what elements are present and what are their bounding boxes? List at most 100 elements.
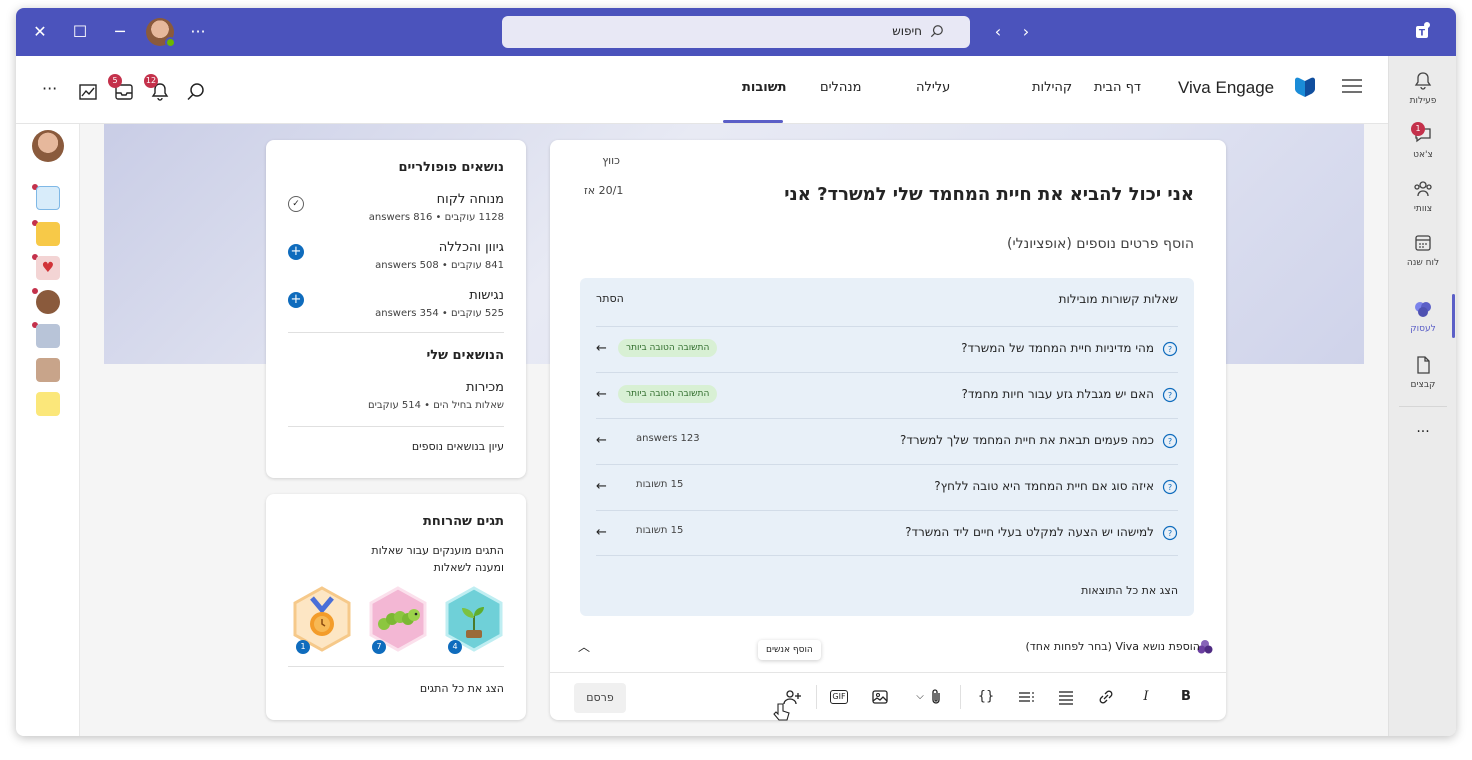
- calendar-icon: [1415, 235, 1431, 251]
- topic-stats: שאלות בחיל הים • 514 עוקבים: [367, 400, 504, 411]
- svg-text:?: ?: [1168, 437, 1172, 446]
- community-icon-3[interactable]: ♥: [36, 256, 60, 280]
- more-options-icon[interactable]: ···: [42, 81, 62, 102]
- related-question-text: איזה סוג אם חיית המחמד היא טובה ללחץ?: [934, 479, 1154, 493]
- details-input[interactable]: הוסף פרטים נוספים (אופציונלי): [1007, 236, 1194, 252]
- badge-item[interactable]: 1: [292, 586, 352, 654]
- popular-topics-card: נושאים פופולריים מנוחה לקוח 1128 עוקבים …: [266, 140, 526, 478]
- close-icon[interactable]: ✕: [28, 20, 52, 44]
- rail-item-teams[interactable]: צוותי: [1389, 172, 1456, 224]
- arrow-left-icon[interactable]: ←: [596, 479, 607, 494]
- topic-item[interactable]: גיוון והכללה 841 עוקבים • 508 answers +: [288, 240, 504, 280]
- app-rail: פעילות 1 צ'אט צוותי לוח שנה לעסוק קבצים …: [1388, 56, 1456, 736]
- topic-item[interactable]: מכירות שאלות בחיל הים • 514 עוקבים: [288, 380, 504, 420]
- italic-button[interactable]: I: [1136, 687, 1156, 707]
- divider: [288, 426, 504, 427]
- maximize-icon[interactable]: ☐: [68, 20, 92, 44]
- related-question[interactable]: ? למישהו יש הצעה למקלט בעלי חיים ליד המש…: [596, 510, 1178, 556]
- my-topics-title: הנושאים שלי: [426, 348, 504, 363]
- analytics-icon[interactable]: [78, 82, 98, 102]
- rail-divider: [1399, 406, 1447, 407]
- browse-more-topics-link[interactable]: עיון בנושאים נוספים: [412, 440, 504, 453]
- related-question[interactable]: ? כמה פעמים תבאת את חיית המחמד שלך למשרד…: [596, 418, 1178, 464]
- search-input[interactable]: חיפוש: [502, 16, 970, 48]
- follow-plus-icon[interactable]: +: [288, 292, 304, 308]
- topic-item[interactable]: מנוחה לקוח 1128 עוקבים • 816 answers ✓: [288, 192, 504, 232]
- related-question[interactable]: ? מהי מדיניות חיית המחמד של המשרד? התשוב…: [596, 326, 1178, 372]
- community-icon-5[interactable]: [36, 324, 60, 348]
- answer-count: 15 תשובות: [636, 525, 684, 536]
- add-people-tooltip: הוסף אנשים: [758, 640, 821, 660]
- arrow-left-icon[interactable]: ←: [596, 341, 607, 356]
- bulleted-list-icon[interactable]: [1056, 687, 1076, 707]
- svg-text:?: ?: [1168, 483, 1172, 492]
- svg-text:?: ?: [1168, 529, 1172, 538]
- arrow-left-icon[interactable]: ←: [596, 525, 607, 540]
- rail-label: לוח שנה: [1406, 258, 1440, 268]
- collapse-link[interactable]: כווץ: [602, 154, 620, 167]
- hide-button[interactable]: הסתר: [596, 292, 624, 305]
- question-icon: ?: [1162, 525, 1178, 541]
- related-question[interactable]: ? האם יש מגבלת גזע עבור חיות מחמד? התשוב…: [596, 372, 1178, 418]
- nav-active-indicator: [723, 120, 783, 123]
- rail-item-calendar[interactable]: לוח שנה: [1389, 226, 1456, 278]
- chevron-down-icon[interactable]: ⌵: [910, 687, 930, 707]
- bold-button[interactable]: B: [1176, 687, 1196, 707]
- best-answer-badge: התשובה הטובה ביותר: [618, 339, 718, 357]
- publish-button[interactable]: פרסם: [574, 683, 626, 713]
- topic-name: נגישות: [469, 288, 504, 303]
- community-icon-4[interactable]: [36, 290, 60, 314]
- nav-leaders[interactable]: מנהלים: [820, 80, 861, 95]
- unread-dot: [32, 288, 38, 294]
- link-icon[interactable]: [1096, 687, 1116, 707]
- nav-storyline[interactable]: עלילה: [916, 80, 950, 95]
- following-check-icon[interactable]: ✓: [288, 196, 304, 212]
- back-arrow-icon[interactable]: ‹: [986, 20, 1010, 44]
- related-questions-panel: שאלות קשורות מובילות הסתר ? מהי מדיניות …: [580, 278, 1194, 616]
- image-icon[interactable]: [870, 687, 890, 707]
- nav-home[interactable]: דף הבית: [1094, 80, 1141, 95]
- nav-answers[interactable]: תשובות: [742, 80, 786, 95]
- gif-button[interactable]: GIF: [830, 690, 848, 704]
- rail-item-files[interactable]: קבצים: [1389, 348, 1456, 400]
- rail-item-engage[interactable]: לעסוק: [1389, 292, 1456, 344]
- community-icon-7[interactable]: [36, 392, 60, 416]
- show-all-badges-link[interactable]: הצג את כל התגים: [420, 682, 504, 695]
- more-apps-icon[interactable]: ···: [1389, 420, 1456, 472]
- arrow-left-icon[interactable]: ←: [596, 387, 607, 402]
- user-avatar[interactable]: [146, 18, 176, 48]
- teams-logo-icon[interactable]: T: [1410, 20, 1434, 44]
- profile-avatar[interactable]: [32, 130, 64, 162]
- code-block-button[interactable]: {}: [976, 687, 996, 707]
- arrow-left-icon[interactable]: ←: [596, 433, 607, 448]
- community-icon-6[interactable]: [36, 358, 60, 382]
- related-question-text: מהי מדיניות חיית המחמד של המשרד?: [961, 341, 1154, 355]
- add-topic-input[interactable]: הוספת נושא Viva (בחר לפחות אחד): [1026, 640, 1200, 653]
- community-icon-1[interactable]: [36, 186, 60, 210]
- badge-item[interactable]: 4: [444, 586, 504, 654]
- badge-item[interactable]: 7: [368, 586, 428, 654]
- topic-item[interactable]: נגישות 525 עוקבים • 354 answers +: [288, 288, 504, 328]
- question-icon: ?: [1162, 341, 1178, 357]
- file-icon: [1417, 356, 1430, 374]
- hamburger-menu-icon[interactable]: [1342, 78, 1362, 94]
- numbered-list-icon[interactable]: [1016, 687, 1036, 707]
- forward-arrow-icon[interactable]: ›: [1014, 20, 1038, 44]
- answer-count: 15 תשובות: [636, 479, 684, 490]
- question-title-input[interactable]: אני יכול להביא את חיית המחמד שלי למשרד? …: [784, 184, 1194, 205]
- badge-count: 1: [296, 640, 310, 654]
- follow-plus-icon[interactable]: +: [288, 244, 304, 260]
- minimize-icon[interactable]: ─: [108, 20, 132, 44]
- nav-communities[interactable]: קהילות: [1032, 80, 1072, 95]
- more-options-icon[interactable]: ···: [186, 20, 210, 44]
- search-placeholder: חיפוש: [892, 24, 922, 38]
- rail-item-activity[interactable]: פעילות: [1389, 64, 1456, 116]
- chevron-up-icon[interactable]: ︿: [578, 638, 590, 655]
- rail-item-chat[interactable]: 1 צ'אט: [1389, 118, 1456, 170]
- show-all-results-link[interactable]: הצג את כל התוצאות: [1081, 584, 1178, 597]
- topic-stats: 1128 עוקבים • 816 answers: [368, 212, 504, 223]
- search-icon[interactable]: [186, 82, 206, 102]
- community-icon-2[interactable]: [36, 222, 60, 246]
- chat-badge: 1: [1411, 122, 1425, 136]
- related-question[interactable]: ? איזה סוג אם חיית המחמד היא טובה ללחץ? …: [596, 464, 1178, 510]
